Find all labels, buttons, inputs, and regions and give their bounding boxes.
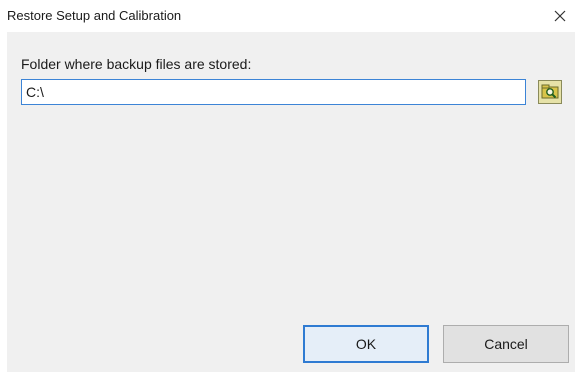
cancel-button[interactable]: Cancel <box>443 325 569 363</box>
ok-button[interactable]: OK <box>303 325 429 363</box>
dialog-title: Restore Setup and Calibration <box>7 8 182 23</box>
close-icon <box>554 10 566 22</box>
browse-folder-icon <box>541 84 559 99</box>
title-bar: Restore Setup and Calibration <box>0 0 582 32</box>
browse-button[interactable] <box>538 80 562 104</box>
folder-path-input[interactable] <box>21 79 526 105</box>
dialog-body: Folder where backup files are stored: OK… <box>7 32 575 372</box>
restore-dialog: Restore Setup and Calibration Folder whe… <box>0 0 582 379</box>
folder-label: Folder where backup files are stored: <box>21 56 252 72</box>
close-button[interactable] <box>538 0 582 32</box>
